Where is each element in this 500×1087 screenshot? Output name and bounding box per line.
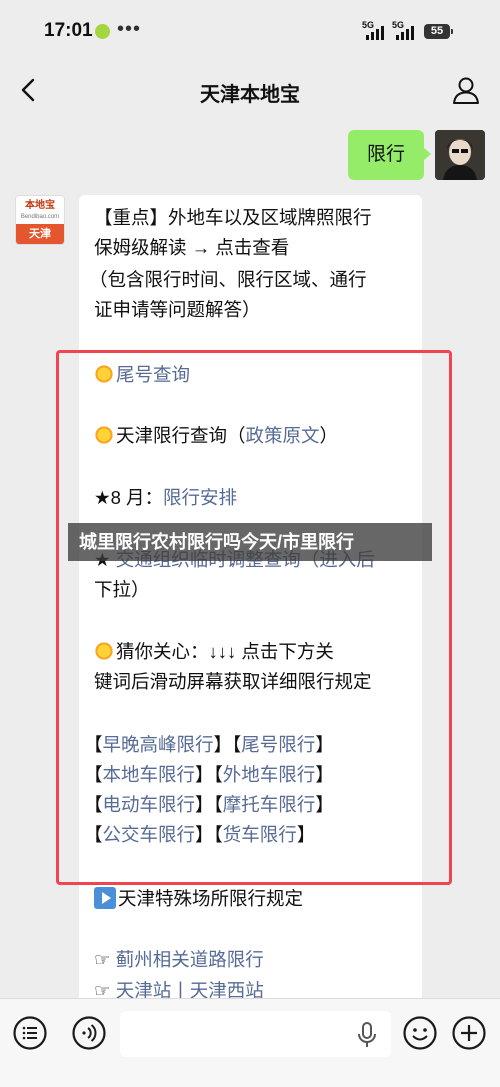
voice-mode-icon[interactable]: [72, 1016, 106, 1050]
status-bar: 17:01 ••• 5G 5G 55: [0, 0, 500, 62]
emoji-icon[interactable]: [403, 1016, 437, 1050]
jizhou-line: ☞ 蓟州相关道路限行: [94, 949, 264, 970]
nav-bar: 天津本地宝: [0, 62, 500, 120]
more-notifications-icon: •••: [117, 18, 142, 40]
sun-icon: [94, 425, 114, 445]
message-line-note-cont[interactable]: 证申请等问题解答）: [94, 295, 261, 325]
keyword-row: 【本地车限行】【外地车限行】: [84, 764, 334, 785]
jizhou-link[interactable]: 蓟州相关道路限行: [116, 949, 264, 970]
keyword-link[interactable]: 早晚高峰限行: [103, 734, 214, 755]
incoming-message-bubble: 【重点】外地车以及区域牌照限行 保姆级解读 → 点击查看 （包含限行时间、限行区…: [79, 195, 422, 1015]
sun-icon: [94, 364, 114, 384]
plus-icon[interactable]: [452, 1016, 486, 1050]
keyword-link[interactable]: 公交车限行: [103, 824, 196, 845]
tianjin-restriction-query-line: 天津限行查询（政策原文）: [94, 421, 338, 451]
status-time: 17:01: [44, 20, 93, 41]
wechat-notification-icon: [95, 24, 110, 39]
keyword-link[interactable]: 本地车限行: [103, 764, 196, 785]
tail-number-query-link[interactable]: 尾号查询: [94, 360, 190, 390]
august-line: ★8 月：限行安排: [94, 487, 238, 508]
message-input[interactable]: [120, 1011, 391, 1057]
special-venue-line[interactable]: 天津特殊场所限行规定: [94, 884, 303, 914]
keyword-link[interactable]: 货车限行: [223, 824, 297, 845]
you-may-care-line-cont: 键词后滑动屏幕获取详细限行规定: [94, 671, 372, 692]
policy-text-link[interactable]: 政策原文: [246, 425, 320, 446]
outgoing-message-bubble[interactable]: 限行: [348, 130, 431, 180]
keyword-link[interactable]: 摩托车限行: [223, 794, 316, 815]
signal-2-icon: 5G: [392, 20, 418, 40]
sun-icon: [94, 641, 114, 661]
signal-1-icon: 5G: [362, 20, 388, 40]
microphone-icon[interactable]: [356, 1021, 378, 1049]
list-icon[interactable]: [13, 1016, 47, 1050]
keyword-row: 【早晚高峰限行】【尾号限行】: [84, 734, 334, 755]
you-may-care-line: 猜你关心：↓↓↓ 点击下方关: [94, 637, 334, 667]
sender-avatar[interactable]: 本地宝 Bendibao.com 天津: [15, 195, 65, 245]
keyword-row: 【公交车限行】【货车限行】: [84, 824, 316, 845]
message-line-headline-cont[interactable]: 保姆级解读 → 点击查看: [94, 233, 289, 263]
play-icon: [94, 887, 116, 909]
keyword-link[interactable]: 尾号限行: [241, 734, 315, 755]
overlay-banner: 城里限行农村限行吗今天/市里限行: [68, 523, 432, 561]
traffic-adjustment-link-cont[interactable]: 下拉）: [94, 575, 150, 605]
person-icon[interactable]: [450, 74, 482, 106]
keyword-row: 【电动车限行】【摩托车限行】: [84, 794, 334, 815]
restriction-arrangement-link[interactable]: 限行安排: [163, 487, 237, 508]
keyword-link[interactable]: 外地车限行: [223, 764, 316, 785]
message-line-note[interactable]: （包含限行时间、限行区域、通行: [89, 265, 367, 295]
chat-title: 天津本地宝: [200, 84, 300, 106]
chat-input-bar: [0, 998, 500, 1087]
keyword-link[interactable]: 电动车限行: [103, 794, 196, 815]
my-avatar[interactable]: [435, 130, 485, 180]
message-line-headline[interactable]: 【重点】外地车以及区域牌照限行: [94, 203, 372, 233]
battery-icon: 55: [424, 24, 453, 39]
